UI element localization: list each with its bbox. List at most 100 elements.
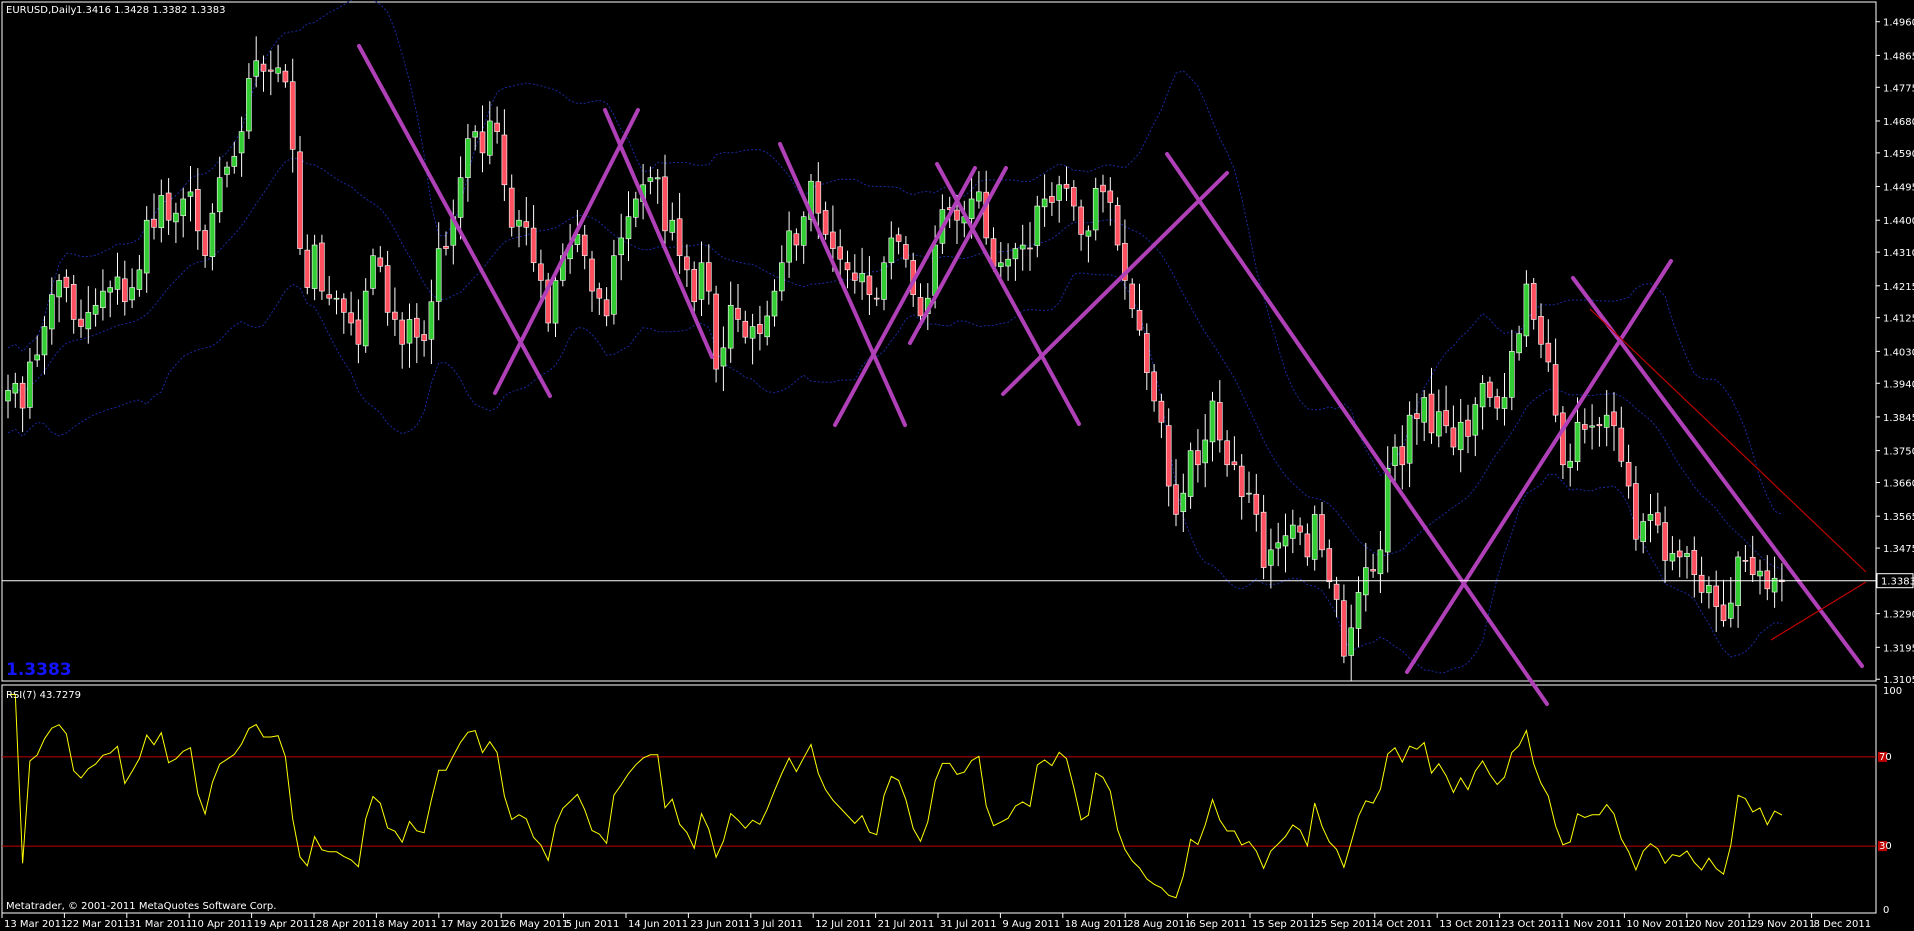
candle-body [1224,440,1230,466]
candle-body [100,290,106,309]
candle-body [1231,461,1238,466]
candle-body [895,234,902,242]
current-price-tag: 1.3383 [1881,577,1914,588]
date-tick-label: 13 Oct 2011 [1439,919,1501,930]
candle-body [1764,570,1771,590]
candle-body [1691,550,1698,575]
candle-body [1092,188,1099,231]
candle-body [501,134,508,186]
candle-body [260,63,267,72]
candle-body [465,138,471,178]
candle-body [1180,492,1187,512]
candle [1114,197,1121,251]
candle-body [873,297,880,300]
price-axis: 1.4960 1.4865 1.4775 1.4680 1.4590 1.4495 1.44… [1876,18,1914,686]
candle-body [1246,492,1252,495]
candle-body [581,234,588,256]
candle-body [1574,421,1581,463]
candle-body [589,258,595,292]
candle-body [1377,549,1384,575]
candle-body [63,276,70,288]
candle-body [443,245,449,249]
price-tick-label: 1.3845 [1883,413,1914,424]
candle-body [1545,342,1552,363]
candle-body [727,304,734,349]
candle-body [1479,382,1486,408]
candle-body [27,361,33,408]
candle-body [1049,196,1055,203]
date-tick-label: 28 Aug 2011 [1127,919,1191,930]
candle-body [1275,542,1281,549]
candle-body [348,312,354,324]
date-tick-label: 26 May 2011 [503,919,568,930]
candle-body [1173,484,1179,515]
candle-body [837,246,844,260]
date-tick-label: 18 Aug 2011 [1065,919,1129,930]
price-tick-label: 1.3565 [1883,512,1914,523]
ohlc-label: 1.3416 1.3428 1.3382 1.3383 [76,5,226,16]
candle-body [333,297,340,300]
candle-body [1633,483,1639,540]
candle-body [1158,400,1165,423]
candle-body [757,324,763,334]
date-tick-label: 14 Jun 2011 [628,919,688,930]
candle-body [1056,184,1062,201]
rsi-pane[interactable] [1,684,1877,914]
candle-body [684,256,690,271]
candle-body [1187,450,1194,497]
candle-body [479,131,486,154]
candle-body [932,244,938,296]
candle-body [1749,556,1756,575]
candle-body [1129,283,1135,310]
date-tick-label: 29 Nov 2011 [1751,919,1815,930]
candle-body [662,176,668,232]
date-tick-label: 31 Mar 2011 [129,919,192,930]
price-tick-label: 1.4400 [1883,216,1914,227]
candle-body [1625,462,1632,487]
candle-body [1144,333,1150,373]
candle-body [538,263,544,281]
candle-body [735,307,741,320]
candle-body [70,284,77,320]
candle-body [844,262,851,271]
price-tick-label: 1.4680 [1883,117,1914,128]
candle-body [1742,560,1749,562]
price-tick-label: 1.4030 [1883,347,1914,358]
candle-body [1669,553,1676,562]
candle-body [1706,584,1712,594]
candle-body [654,177,661,180]
candle-body [457,177,464,218]
candle-body [1355,592,1362,629]
candle-body [1523,283,1530,337]
rsi-axis-label: 0 [1883,905,1889,916]
candle-body [1647,514,1654,521]
date-tick-label: 5 Jun 2011 [566,919,620,930]
candle-body [647,177,654,182]
candle [713,285,719,383]
candle [297,136,303,255]
candle-body [319,242,325,292]
price-pane[interactable] [1,1,1877,682]
candle-body [1217,402,1223,441]
price-tick-label: 1.3195 [1883,643,1914,654]
candle-body [1487,381,1493,398]
candle-body [786,230,792,263]
candle-body [1698,574,1705,593]
date-tick-label: 28 Apr 2011 [316,919,378,930]
candle-body [530,227,537,264]
chart-canvas: 70301000 1.49601.48651.47751.46801.45901… [1,0,1914,930]
candle-body [1297,525,1303,533]
candle-body [749,326,756,339]
candle-body [158,195,165,229]
candle-body [698,262,705,300]
rsi-level-label: 30 [1879,841,1892,852]
price-tick-label: 1.4865 [1883,51,1914,62]
candle-body [180,198,186,217]
candle-body [611,255,617,315]
candle-body [92,304,99,315]
candle-body [107,287,113,293]
candle-body [1151,371,1157,402]
candle-body [866,275,873,295]
candle-body [1384,468,1391,553]
rsi-axis-label: 100 [1883,686,1902,697]
